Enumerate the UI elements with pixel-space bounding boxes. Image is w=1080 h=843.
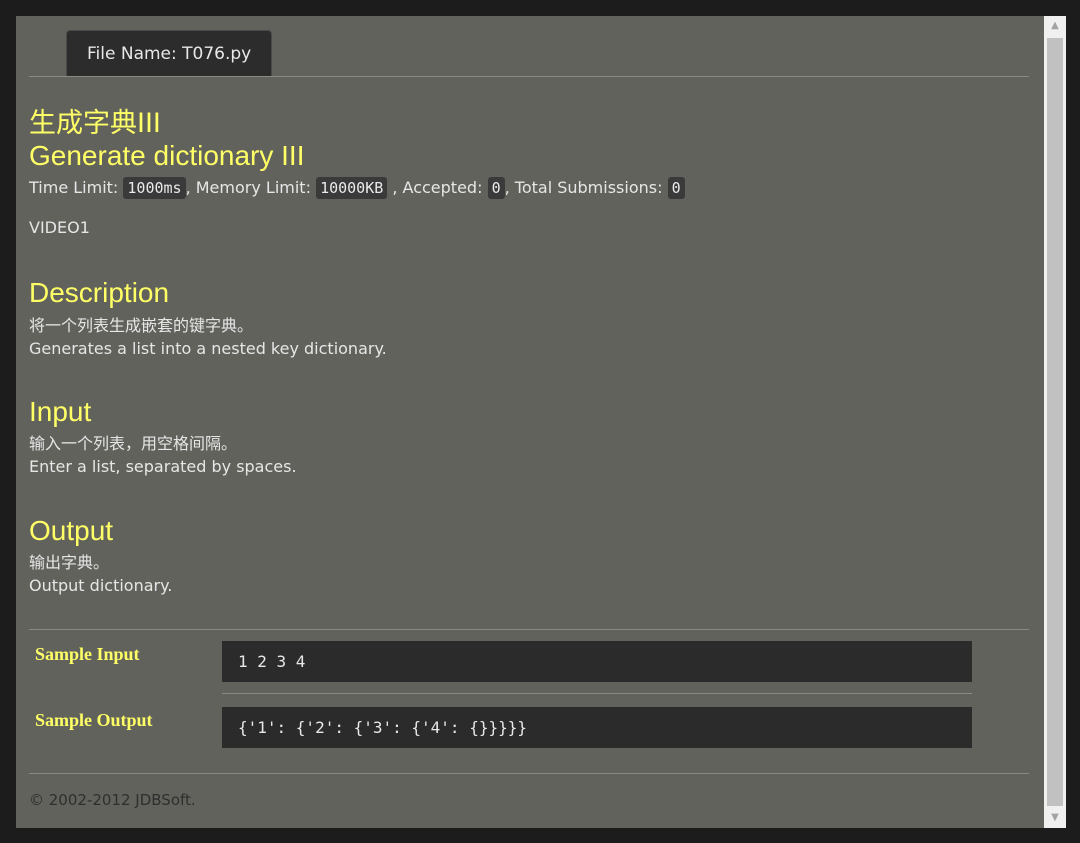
- output-text: 输出字典。 Output dictionary.: [29, 551, 172, 597]
- footer-copyright: © 2002-2012 JDBSoft.: [29, 791, 196, 809]
- problem-meta: Time Limit: 1000ms, Memory Limit: 10000K…: [29, 176, 685, 200]
- scrollbar-thumb[interactable]: [1047, 38, 1063, 806]
- sample-input-label: Sample Input: [35, 644, 140, 664]
- input-en: Enter a list, separated by spaces.: [29, 457, 297, 476]
- problem-title-en: Generate dictionary III: [29, 140, 305, 171]
- output-zh: 输出字典。: [29, 553, 110, 572]
- description-text: 将一个列表生成嵌套的键字典。 Generates a list into a n…: [29, 314, 387, 360]
- divider: [29, 773, 1029, 774]
- sample-output-label: Sample Output: [35, 710, 153, 730]
- problem-title-zh: 生成字典III: [29, 108, 161, 139]
- divider: [29, 629, 1029, 630]
- description-zh: 将一个列表生成嵌套的键字典。: [29, 316, 254, 335]
- input-heading: Input: [29, 396, 92, 427]
- total-submissions-value: 0: [667, 177, 685, 199]
- accepted-label: , Accepted:: [392, 178, 483, 197]
- memory-limit-label: , Memory Limit:: [185, 178, 311, 197]
- divider: [29, 76, 1029, 77]
- description-en: Generates a list into a nested key dicti…: [29, 339, 387, 358]
- triangle-down-icon[interactable]: ▼: [1044, 808, 1066, 828]
- output-heading: Output: [29, 515, 114, 546]
- input-text: 输入一个列表，用空格间隔。 Enter a list, separated by…: [29, 432, 297, 478]
- sample-input-box: 1 2 3 4: [222, 641, 972, 682]
- triangle-up-icon[interactable]: ▲: [1044, 16, 1066, 36]
- description-heading: Description: [29, 277, 170, 308]
- total-submissions-label: , Total Submissions:: [504, 178, 663, 197]
- accepted-value: 0: [487, 177, 505, 199]
- vertical-scrollbar[interactable]: ▲ ▼: [1044, 16, 1066, 828]
- memory-limit-value: 10000KB: [316, 177, 388, 199]
- time-limit-label: Time Limit:: [29, 178, 119, 197]
- time-limit-value: 1000ms: [123, 177, 186, 199]
- sample-output-box: {'1': {'2': {'3': {'4': {}}}}}: [222, 707, 972, 748]
- content-viewport: File Name: T076.py 生成字典III Generate dict…: [16, 16, 1044, 828]
- output-en: Output dictionary.: [29, 576, 173, 595]
- divider: [222, 693, 972, 694]
- file-name-tab[interactable]: File Name: T076.py: [66, 30, 273, 77]
- input-zh: 输入一个列表，用空格间隔。: [29, 434, 238, 453]
- modal-window: File Name: T076.py 生成字典III Generate dict…: [0, 0, 1080, 843]
- video-link[interactable]: VIDEO1: [29, 218, 90, 237]
